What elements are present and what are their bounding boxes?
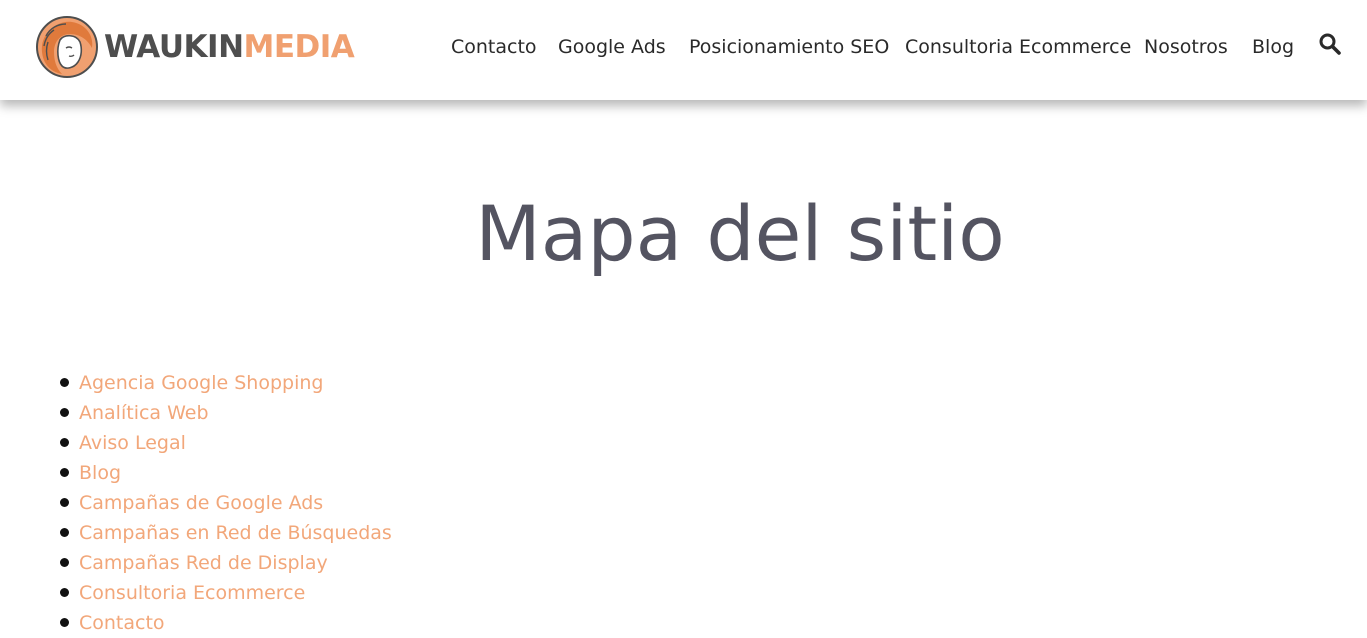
search-icon[interactable]	[1318, 32, 1342, 56]
bullet-icon	[60, 618, 69, 627]
bullet-icon	[60, 378, 69, 387]
nav-item-contacto[interactable]: Contacto	[451, 34, 537, 60]
bullet-icon	[60, 438, 69, 447]
sitemap-link[interactable]: Campañas de Google Ads	[79, 488, 323, 518]
bullet-icon	[60, 588, 69, 597]
bullet-icon	[60, 498, 69, 507]
nav-item-posicionamiento-seo[interactable]: Posicionamiento SEO	[689, 34, 889, 60]
sitemap-link[interactable]: Agencia Google Shopping	[79, 368, 323, 398]
site-header: WAUKINMEDIA Contacto Google Ads Posicion…	[0, 0, 1367, 100]
logo-text-media: MEDIA	[243, 28, 355, 65]
bullet-icon	[60, 558, 69, 567]
sitemap-link[interactable]: Blog	[79, 458, 121, 488]
sitemap-link[interactable]: Consultoria Ecommerce	[79, 578, 305, 608]
page-title: Mapa del sitio	[475, 189, 1005, 278]
logo-wordmark: WAUKINMEDIA	[104, 28, 355, 65]
bullet-icon	[60, 468, 69, 477]
sitemap-link[interactable]: Aviso Legal	[79, 428, 186, 458]
sitemap-link[interactable]: Campañas en Red de Búsquedas	[79, 518, 392, 548]
bullet-icon	[60, 408, 69, 417]
bullet-icon	[60, 528, 69, 537]
nav-item-google-ads[interactable]: Google Ads	[558, 34, 666, 60]
sitemap-link[interactable]: Analítica Web	[79, 398, 209, 428]
sitemap-link[interactable]: Campañas Red de Display	[79, 548, 328, 578]
nav-item-nosotros[interactable]: Nosotros	[1144, 34, 1228, 60]
logo-text-waukin: WAUKIN	[104, 28, 244, 65]
logo[interactable]: WAUKINMEDIA	[36, 16, 355, 78]
nav-item-consultoria-ecommerce[interactable]: Consultoria Ecommerce	[905, 34, 1131, 60]
sitemap-link[interactable]: Contacto	[79, 608, 165, 638]
woman-face-logo-icon	[36, 16, 98, 78]
nav-item-blog[interactable]: Blog	[1252, 34, 1294, 60]
